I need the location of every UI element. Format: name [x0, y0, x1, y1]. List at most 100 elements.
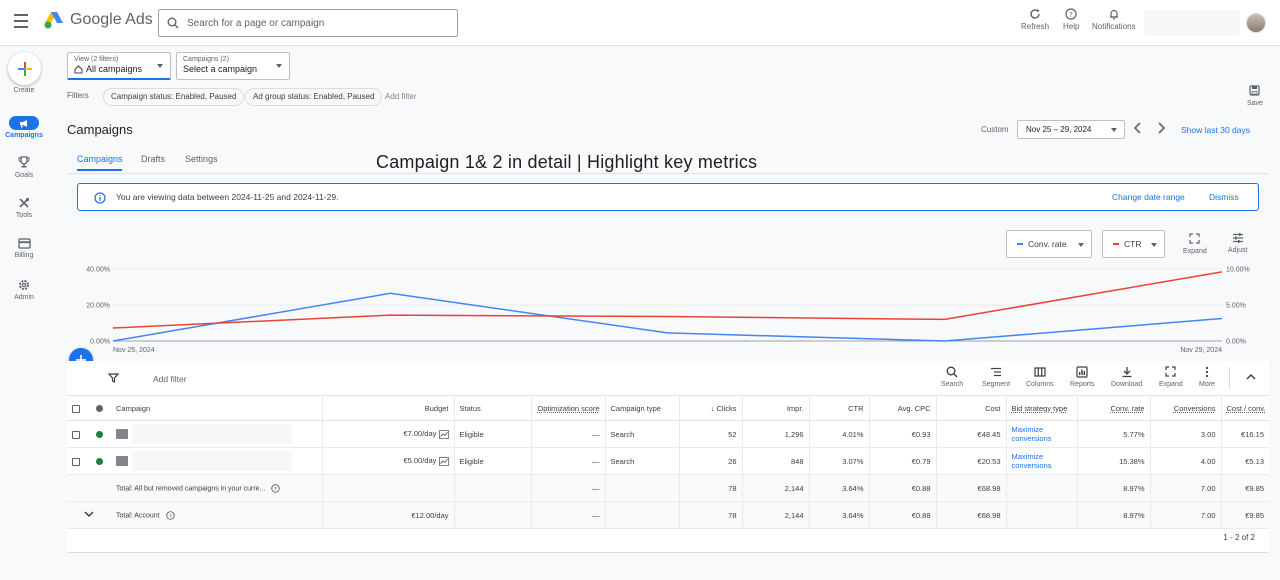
total-ctr-cell: 3.64%	[809, 474, 870, 502]
campaigns-table-panel: Add filter Search Segment Columns Report…	[67, 361, 1269, 553]
row-checkbox[interactable]	[72, 430, 80, 439]
toolbar-columns-button[interactable]: Columns	[1026, 366, 1054, 388]
table-row[interactable]: €7.00/day Eligible — Search 52 1,296 4.0…	[67, 420, 1269, 448]
header-conv-rate[interactable]: Conv. rate	[1077, 395, 1151, 421]
header-conv-rate-label: Conv. rate	[1110, 403, 1145, 413]
header-conversions[interactable]: Conversions	[1150, 395, 1222, 421]
opt-score-cell: —	[531, 447, 606, 475]
table-row[interactable]: €5.00/day Eligible — Search 26 848 3.07%…	[67, 447, 1269, 475]
status-cell: Eligible	[454, 447, 532, 475]
status-cell: Eligible	[454, 420, 532, 448]
campaign-name-redacted[interactable]	[132, 424, 292, 444]
enabled-status-icon[interactable]	[96, 431, 103, 439]
total-impr-cell: 2,144	[742, 474, 810, 502]
header-ctr[interactable]: CTR	[809, 395, 870, 421]
campaign-name-cell[interactable]	[111, 447, 323, 475]
more-vert-icon	[1205, 366, 1209, 378]
toolbar-label: More	[1199, 381, 1215, 388]
impr-cell: 1,296	[742, 420, 810, 448]
row-status-cell[interactable]	[91, 420, 111, 448]
total-cpc-cell: €0.88	[869, 474, 937, 502]
svg-text:?: ?	[169, 513, 172, 519]
avg-cpc-cell: €0.79	[869, 447, 937, 475]
toolbar-search-button[interactable]: Search	[941, 366, 963, 388]
conv-rate-cell: 5.77%	[1077, 420, 1151, 448]
segment-icon	[991, 367, 1002, 377]
filter-icon[interactable]	[108, 373, 119, 383]
toolbar-reports-button[interactable]: Reports	[1070, 366, 1095, 388]
header-cost[interactable]: Cost	[936, 395, 1007, 421]
select-all-cell[interactable]	[67, 395, 91, 421]
row-checkbox-cell[interactable]	[67, 447, 91, 475]
campaign-name-redacted[interactable]	[132, 451, 292, 471]
header-campaign-type[interactable]: Campaign type	[605, 395, 680, 421]
bid-strategy-cell[interactable]: Maximize conversions	[1006, 420, 1078, 448]
header-bid-strategy-label: Bid strategy type	[1011, 403, 1068, 413]
download-icon	[1122, 367, 1132, 378]
cost-cell: €20.53	[936, 447, 1007, 475]
total-budget-cell: €12.00/day	[322, 501, 455, 529]
total-row-all-but-removed: Total: All but removed campaigns in your…	[67, 474, 1269, 502]
total-cost-cell: €68.98	[936, 501, 1007, 529]
table-add-filter[interactable]: Add filter	[153, 374, 187, 384]
header-optimization-score[interactable]: Optimization score	[531, 395, 606, 421]
expand-total-cell[interactable]	[67, 501, 111, 529]
trend-chart-icon[interactable]	[438, 429, 449, 439]
header-conversions-label: Conversions	[1173, 403, 1216, 413]
y-right-tick-label: 5.00%	[1226, 303, 1246, 310]
row-status-cell[interactable]	[91, 447, 111, 475]
conv-rate-cell: 15.38%	[1077, 447, 1151, 475]
cost-conv-cell: €5.13	[1221, 447, 1269, 475]
row-checkbox[interactable]	[72, 457, 80, 466]
status-dot-header	[91, 395, 111, 421]
expand-icon	[1165, 366, 1176, 377]
status-dot-icon	[96, 405, 103, 413]
header-optimization-score-label: Optimization score	[537, 403, 600, 413]
header-avg-cpc[interactable]: Avg. CPC	[869, 395, 937, 421]
header-cost-conv-label: Cost / conv.	[1226, 403, 1266, 413]
header-status[interactable]: Status	[454, 395, 532, 421]
header-campaign[interactable]: Campaign	[111, 395, 323, 421]
bid-strategy-link[interactable]: Maximize conversions	[1012, 452, 1070, 470]
select-all-checkbox[interactable]	[72, 404, 80, 413]
header-impr[interactable]: Impr.	[742, 395, 810, 421]
total-removed-label: Total: All but removed campaigns in your…	[116, 484, 266, 492]
budget-value: €5.00/day	[403, 456, 437, 466]
chevron-down-icon[interactable]	[84, 510, 94, 518]
conversions-cell: 3.00	[1150, 420, 1222, 448]
y-right-tick-label: 0.00%	[1226, 339, 1246, 346]
budget-cell[interactable]: €7.00/day	[322, 420, 455, 448]
help-icon[interactable]: ?	[165, 510, 175, 520]
total-opt-cell: —	[531, 501, 606, 529]
chevron-up-icon[interactable]	[1246, 373, 1256, 380]
toolbar-segment-button[interactable]: Segment	[982, 366, 1010, 388]
budget-cell[interactable]: €5.00/day	[322, 447, 455, 475]
cost-cell: €48.45	[936, 420, 1007, 448]
campaign-name-cell[interactable]	[111, 420, 323, 448]
header-clicks[interactable]: ↓ Clicks	[679, 395, 743, 421]
header-cost-conv[interactable]: Cost / conv.	[1221, 395, 1269, 421]
bid-strategy-link[interactable]: Maximize conversions	[1012, 425, 1070, 443]
toolbar-more-button[interactable]: More	[1199, 366, 1215, 388]
toolbar-download-button[interactable]: Download	[1111, 366, 1142, 388]
toolbar-label: Search	[941, 381, 964, 388]
clicks-cell: 52	[679, 420, 743, 448]
toolbar-expand-button[interactable]: Expand	[1159, 366, 1183, 388]
toolbar-divider	[1229, 367, 1230, 389]
enabled-status-icon[interactable]	[96, 458, 103, 466]
toolbar-label: Download	[1111, 381, 1143, 388]
trend-chart-icon[interactable]	[438, 456, 449, 466]
help-icon[interactable]: ?	[271, 483, 281, 493]
toolbar-label: Reports	[1070, 381, 1095, 388]
header-bid-strategy[interactable]: Bid strategy type	[1006, 395, 1078, 421]
bid-strategy-cell[interactable]: Maximize conversions	[1006, 447, 1078, 475]
columns-icon	[1034, 367, 1046, 377]
row-checkbox-cell[interactable]	[67, 420, 91, 448]
header-budget[interactable]: Budget	[322, 395, 455, 421]
svg-text:?: ?	[274, 486, 277, 492]
toolbar-label: Segment	[982, 381, 1011, 388]
campaign-type-cell: Search	[605, 447, 680, 475]
total-account-label: Total: Account	[116, 511, 160, 519]
total-conv-rate-cell: 8.97%	[1077, 474, 1151, 502]
total-removed-label-cell: Total: All but removed campaigns in your…	[111, 474, 323, 502]
